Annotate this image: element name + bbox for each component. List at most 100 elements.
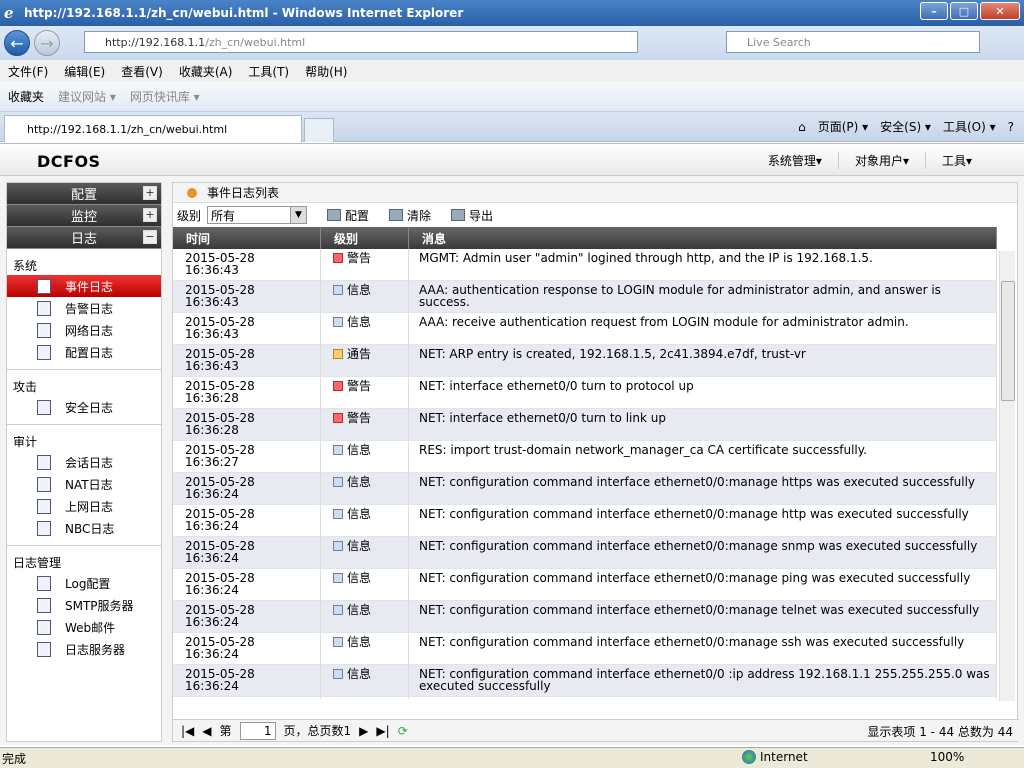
table-row[interactable]: 2015-05-28 16:36:24 信息 NET: configuration c… [173, 665, 997, 697]
sidebar-item-event-log[interactable]: 事件日志 [7, 275, 161, 297]
menu-file[interactable]: 文件(F) [8, 63, 48, 80]
favorites-button[interactable]: 收藏夹 [8, 88, 44, 105]
menu-help[interactable]: 帮助(H) [305, 63, 347, 80]
menu-bar: 文件(F) 编辑(E) 查看(V) 收藏夹(A) 工具(T) 帮助(H) [0, 60, 1024, 82]
prev-page-icon[interactable]: ◀ [202, 724, 211, 738]
table-row[interactable]: 2015-05-28 16:36:43 信息 AAA: authentication … [173, 281, 997, 313]
collapse-icon[interactable]: − [143, 230, 157, 244]
table-row[interactable]: 2015-05-28 16:36:27 信息 RES: import trust-do… [173, 441, 997, 473]
top-menu-tools[interactable]: 工具▾ [924, 152, 988, 169]
mail-icon [37, 619, 51, 635]
next-page-icon[interactable]: ▶ [359, 724, 368, 738]
minimize-button[interactable]: – [920, 2, 948, 20]
sidebar-item-nbc-log[interactable]: NBC日志 [7, 517, 161, 539]
menu-tools[interactable]: 工具(T) [248, 63, 289, 80]
expand-icon[interactable]: + [143, 186, 157, 200]
accordion-config[interactable]: 配置 + [7, 183, 161, 205]
cell-level: 警告 [321, 249, 409, 280]
document-icon [37, 454, 51, 470]
sidebar-item-config-log[interactable]: 配置日志 [7, 341, 161, 363]
sidebar-item-nat-log[interactable]: NAT日志 [7, 473, 161, 495]
table-row[interactable]: 2015-05-28 16:36:24 信息 NET: configuration c… [173, 505, 997, 537]
server-icon [37, 641, 51, 657]
sidebar-item-security-log[interactable]: 安全日志 [7, 396, 161, 418]
table-row[interactable]: 2015-05-28 16:36:43 通告 NET: ARP entry is cr… [173, 345, 997, 377]
table-row[interactable]: 2015-05-28信息NET: configuration command i… [173, 697, 997, 699]
config-icon [327, 209, 342, 221]
search-input[interactable]: Live Search [726, 31, 980, 53]
table-row[interactable]: 2015-05-28 16:36:28 警告 NET: interface ether… [173, 377, 997, 409]
scroll-thumb[interactable] [1001, 281, 1015, 401]
sidebar-item-internet-log[interactable]: 上网日志 [7, 495, 161, 517]
menu-favorites[interactable]: 收藏夹(A) [179, 63, 233, 80]
first-page-icon[interactable]: |◀ [181, 724, 194, 738]
safety-menu[interactable]: 安全(S) ▾ [880, 118, 931, 135]
level-icon [333, 669, 343, 679]
forward-button[interactable]: → [34, 30, 60, 56]
document-icon [37, 399, 51, 415]
home-icon[interactable]: ⌂ [798, 120, 806, 134]
cell-time: 2015-05-28 16:36:28 [173, 377, 321, 408]
pager: |◀ ◀ 第 1 页，总页数1 ▶ ▶| ⟳ 显示表项 1 - 44 总数为 4… [173, 719, 1019, 741]
page-input[interactable]: 1 [239, 721, 276, 740]
menu-view[interactable]: 查看(V) [121, 63, 163, 80]
divider [7, 424, 161, 425]
config-button[interactable]: 配置 [327, 207, 369, 224]
suggested-sites-button[interactable]: 建议网站 ▾ [58, 88, 116, 105]
close-button[interactable]: ✕ [980, 2, 1020, 20]
top-menu-system[interactable]: 系统管理▾ [752, 152, 838, 169]
cell-message: AAA: authentication response to LOGIN mo… [409, 281, 997, 312]
page-menu[interactable]: 页面(P) ▾ [818, 118, 868, 135]
table-row[interactable]: 2015-05-28 16:36:43 警告 MGMT: Admin user "ad… [173, 249, 997, 281]
expand-icon[interactable]: + [143, 208, 157, 222]
table-row[interactable]: 2015-05-28 16:36:28 警告 NET: interface ether… [173, 409, 997, 441]
export-button[interactable]: 导出 [451, 207, 493, 224]
maximize-button[interactable]: □ [950, 2, 978, 20]
cell-time: 2015-05-28 16:36:43 [173, 313, 321, 344]
level-select[interactable]: 所有 ▼ [207, 206, 308, 224]
new-tab-button[interactable] [304, 118, 334, 142]
zoom-level[interactable]: 100% [930, 750, 964, 764]
document-icon [37, 300, 51, 316]
sidebar-item-smtp-server[interactable]: SMTP服务器 [7, 594, 161, 616]
top-menu-objects[interactable]: 对象用户▾ [837, 152, 925, 169]
sidebar-item-log-server[interactable]: 日志服务器 [7, 638, 161, 660]
sidebar-item-session-log[interactable]: 会话日志 [7, 451, 161, 473]
accordion-monitor[interactable]: 监控 + [7, 205, 161, 227]
tools-menu[interactable]: 工具(O) ▾ [943, 118, 996, 135]
column-level[interactable]: 级别 [321, 227, 409, 249]
accordion-log[interactable]: 日志 − [7, 227, 161, 249]
sidebar-item-alarm-log[interactable]: 告警日志 [7, 297, 161, 319]
sidebar-item-network-log[interactable]: 网络日志 [7, 319, 161, 341]
menu-edit[interactable]: 编辑(E) [64, 63, 105, 80]
clear-button[interactable]: 清除 [389, 207, 431, 224]
cell-message: NET: interface ethernet0/0 turn to proto… [409, 377, 997, 408]
web-slice-gallery-button[interactable]: 网页快讯库 ▾ [130, 88, 200, 105]
level-icon [333, 317, 343, 327]
vertical-scrollbar[interactable] [999, 251, 1015, 701]
group-log-management: 日志管理 [13, 556, 62, 570]
back-button[interactable]: ← [4, 30, 30, 56]
column-time[interactable]: 时间 [173, 227, 321, 249]
table-row[interactable]: 2015-05-28 16:36:24 信息 NET: configuration c… [173, 601, 997, 633]
cell-message: AAA: receive authentication request from… [409, 313, 997, 344]
table-row[interactable]: 2015-05-28 16:36:24 信息 NET: configuration c… [173, 569, 997, 601]
last-page-icon[interactable]: ▶| [376, 724, 389, 738]
globe-icon [742, 750, 756, 764]
sidebar-item-web-mail[interactable]: Web邮件 [7, 616, 161, 638]
table-row[interactable]: 2015-05-28 16:36:24 信息 NET: configuration c… [173, 473, 997, 505]
url-input[interactable]: http://192.168.1.1/zh_cn/webui.html [84, 31, 638, 53]
refresh-icon[interactable]: ⟳ [398, 724, 408, 738]
browser-tab[interactable]: http://192.168.1.1/zh_cn/webui.html [4, 115, 302, 142]
command-bar: ⌂ 页面(P) ▾ 安全(S) ▾ 工具(O) ▾ ? [798, 118, 1014, 135]
table-row[interactable]: 2015-05-28 16:36:43 信息 AAA: receive authent… [173, 313, 997, 345]
table-row[interactable]: 2015-05-28 16:36:24 信息 NET: configuration c… [173, 537, 997, 569]
pager-summary: 显示表项 1 - 44 总数为 44 [867, 725, 1013, 739]
table-row[interactable]: 2015-05-28 16:36:24 信息 NET: configuration c… [173, 633, 997, 665]
status-bar: 完成 Internet 100% [0, 747, 1024, 768]
column-message[interactable]: 消息 [409, 227, 997, 249]
table-body: 2015-05-28 16:36:43 警告 MGMT: Admin user "ad… [173, 249, 997, 699]
help-icon[interactable]: ? [1008, 120, 1014, 134]
app-header: DCFOS 系统管理▾ 对象用户▾ 工具▾ [0, 144, 1024, 176]
sidebar-item-log-config[interactable]: Log配置 [7, 572, 161, 594]
